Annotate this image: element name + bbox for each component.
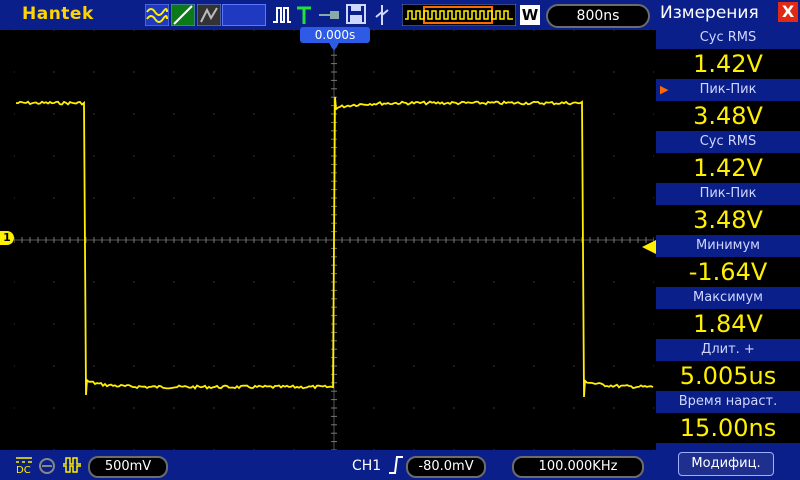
scope-screen[interactable]: [14, 30, 654, 450]
bandwidth-limit-icon[interactable]: [38, 457, 56, 475]
measurement-label-text: Пик-Пик: [699, 82, 757, 97]
measurement-label[interactable]: Сус RMS: [656, 28, 800, 48]
timebase-display[interactable]: 800ns: [546, 4, 650, 28]
measurement-label-text: Пик-Пик: [699, 186, 757, 201]
measurement-value: 15.00ns: [656, 413, 800, 443]
status-slot: [222, 4, 266, 26]
modify-button[interactable]: Модифиц.: [678, 452, 774, 476]
usb-icon: [375, 5, 389, 25]
selected-arrow-icon: ▶: [660, 83, 669, 96]
measurement-label[interactable]: ▶ Пик-Пик: [656, 80, 800, 100]
coupling-indicator[interactable]: DC: [16, 455, 32, 476]
measurement-label-text: Длит. +: [701, 342, 755, 357]
measurement-label[interactable]: Максимум: [656, 288, 800, 308]
measurement-value: 1.42V: [656, 153, 800, 183]
measurement-value: 1.42V: [656, 49, 800, 79]
measurement-label[interactable]: Сус RMS: [656, 132, 800, 152]
measurement-label-text: Сус RMS: [699, 30, 757, 45]
frequency-display: 100.000KHz: [512, 456, 644, 478]
invert-icon[interactable]: [62, 456, 82, 474]
trigger-slope-icon[interactable]: [171, 4, 195, 26]
panel-title: Измерения: [660, 3, 759, 23]
pulse-trigger-icon[interactable]: [272, 6, 292, 24]
measurement-label-text: Максимум: [693, 290, 763, 305]
measurement-panel: Измерения X Сус RMS 1.42V ▶ Пик-Пик 3.48V Сус…: [656, 0, 800, 480]
save-icon[interactable]: [346, 4, 366, 24]
measurement-value: 5.005us: [656, 361, 800, 391]
coupling-dc-icon: [16, 457, 32, 463]
measurement-label[interactable]: Длит. +: [656, 340, 800, 360]
probe-icon: [319, 11, 339, 19]
trigger-position-arrow: [329, 43, 339, 51]
memory-mode-icon[interactable]: W: [520, 5, 540, 25]
measurement-label[interactable]: Время нараст.: [656, 392, 800, 412]
trigger-T-icon[interactable]: [296, 5, 312, 25]
volts-div-display[interactable]: 500mV: [88, 456, 168, 478]
measurement-label-text: Сус RMS: [699, 134, 757, 149]
trigger-position-label[interactable]: 0.000s: [300, 27, 370, 43]
trigger-source[interactable]: CH1: [352, 458, 381, 474]
measurement-value: 3.48V: [656, 205, 800, 235]
persistence-icon[interactable]: [197, 4, 221, 26]
trigger-level-display[interactable]: -80.0mV: [406, 456, 486, 478]
ch1-ground-marker[interactable]: 1: [0, 231, 14, 245]
close-button[interactable]: X: [778, 2, 798, 22]
measurement-value: 3.48V: [656, 101, 800, 131]
measurement-label-text: Минимум: [696, 238, 760, 253]
brand-logo: Hantek: [22, 4, 94, 24]
measurement-label[interactable]: Минимум: [656, 236, 800, 256]
trigger-level-marker[interactable]: [642, 240, 656, 254]
memory-overview[interactable]: [402, 4, 516, 26]
measurement-label-text: Время нараст.: [678, 394, 778, 409]
measurement-value: -1.64V: [656, 257, 800, 287]
coupling-label: DC: [16, 465, 31, 476]
measurement-value: 1.84V: [656, 309, 800, 339]
measurement-label[interactable]: Пик-Пик: [656, 184, 800, 204]
waveform-icon[interactable]: [145, 4, 169, 26]
rising-edge-icon: [389, 456, 403, 474]
